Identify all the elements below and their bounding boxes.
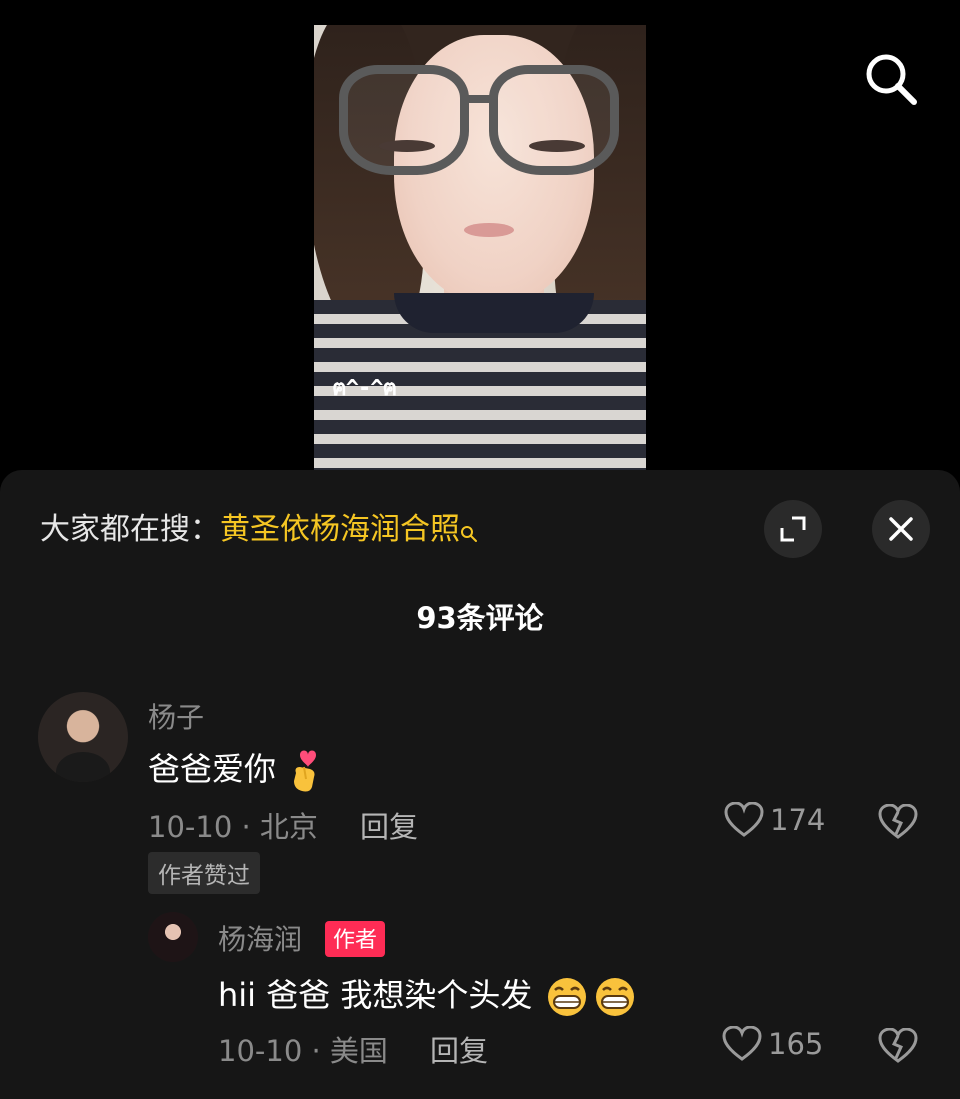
comment-item: 杨子 爸爸爱你 10-10 · 北京 回复 174 作者赞过	[0, 692, 960, 912]
finger-heart-emoji-icon	[294, 750, 317, 792]
heart-icon	[722, 1026, 762, 1061]
grinning-emoji-icon	[595, 978, 634, 1016]
reply-meta: 10-10 · 美国	[218, 1034, 388, 1068]
comment-sheet: 大家都在搜：黄圣依杨海润合照 93条评论 杨子 爸爸爱你 10-10 · 北京 …	[0, 470, 960, 1099]
like-button[interactable]: 174	[724, 802, 825, 838]
comment-username[interactable]: 杨子	[148, 696, 204, 736]
expand-button[interactable]	[764, 500, 822, 558]
glasses-graphic	[339, 55, 629, 175]
reply-item: 杨海润 作者 hii 爸爸 我想染个头发 10-10 · 美国 回复 165	[0, 912, 960, 1092]
avatar[interactable]	[38, 692, 128, 782]
video-area[interactable]: ฅ^-^ฅ	[0, 0, 960, 470]
video-image-part	[394, 293, 594, 333]
comment-meta: 10-10 · 北京	[148, 810, 318, 844]
trending-search-prefix: 大家都在搜：	[40, 512, 220, 547]
close-icon	[889, 517, 913, 541]
author-liked-badge: 作者赞过	[148, 852, 260, 894]
search-icon	[866, 54, 917, 105]
video-image-part	[464, 223, 514, 237]
broken-heart-icon	[878, 1027, 918, 1063]
like-button[interactable]: 165	[722, 1026, 823, 1062]
expand-icon	[780, 516, 806, 542]
comment-text: 爸爸爱你	[148, 744, 326, 793]
trending-search[interactable]: 大家都在搜：黄圣依杨海润合照	[40, 508, 478, 556]
grinning-emoji-icon	[547, 978, 586, 1016]
heart-icon	[724, 802, 764, 837]
reply-text-body: hii 爸爸 我想染个头发	[218, 976, 533, 1014]
video-image-part	[339, 65, 469, 175]
avatar[interactable]	[148, 912, 198, 962]
reply-button[interactable]: 回复	[360, 804, 418, 846]
reply-username[interactable]: 杨海润	[218, 918, 302, 958]
video-sticker-text: ฅ^-^ฅ	[332, 376, 397, 401]
author-tag: 作者	[325, 921, 386, 957]
like-count: 174	[770, 803, 826, 837]
trending-search-term[interactable]: 黄圣依杨海润合照	[220, 512, 460, 547]
like-count: 165	[768, 1027, 824, 1061]
search-button[interactable]	[860, 48, 920, 108]
reply-button[interactable]: 回复	[430, 1028, 488, 1070]
reply-text: hii 爸爸 我想染个头发	[218, 970, 639, 1017]
broken-heart-icon	[878, 803, 918, 839]
dislike-button[interactable]	[878, 803, 918, 844]
comment-text-body: 爸爸爱你	[148, 750, 277, 788]
search-icon	[460, 512, 478, 556]
video-image-part	[489, 65, 619, 175]
close-button[interactable]	[872, 500, 930, 558]
comment-count: 93条评论	[416, 601, 544, 635]
dislike-button[interactable]	[878, 1027, 918, 1068]
video-image-part	[467, 95, 493, 103]
